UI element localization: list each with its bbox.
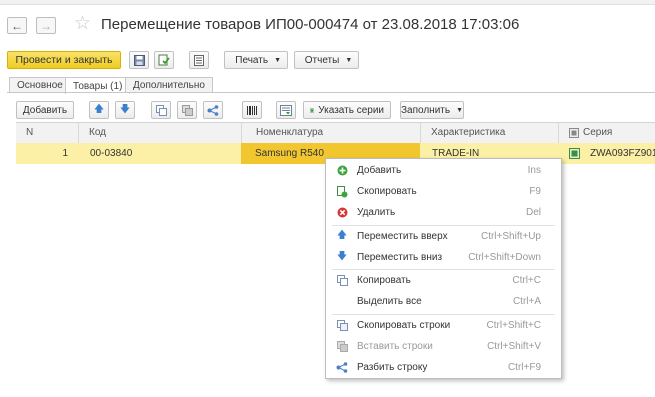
paste-rows-icon xyxy=(181,104,193,116)
menu-item-shortcut: Ins xyxy=(527,165,541,176)
save-button[interactable] xyxy=(129,51,149,69)
row-number: 1 xyxy=(62,148,68,159)
specify-series-label: Указать серии xyxy=(318,104,384,116)
delete-icon xyxy=(335,206,349,220)
column-header-item[interactable]: Номенклатура xyxy=(241,123,420,143)
menu-item-label: Вставить строки xyxy=(357,341,433,352)
post-and-close-button[interactable]: Провести и закрыть xyxy=(7,51,121,69)
menu-item-copy-rows[interactable]: Скопировать строки Ctrl+Shift+C xyxy=(326,315,561,336)
menu-item-select-all[interactable]: Выделить все Ctrl+A xyxy=(326,291,561,312)
column-header-code[interactable]: Код xyxy=(78,123,241,143)
column-header-n[interactable]: N xyxy=(16,123,78,143)
menu-item-delete[interactable]: Удалить Del xyxy=(326,202,561,223)
context-menu: Добавить Ins Скопировать F9 Удалить Del … xyxy=(325,158,562,379)
save-icon xyxy=(133,54,145,66)
column-header-characteristic[interactable]: Характеристика xyxy=(420,123,558,143)
arrow-up-icon: 🡅 xyxy=(336,230,348,241)
series-icon xyxy=(310,107,315,113)
chevron-down-icon: ▼ xyxy=(345,56,353,64)
move-down-button[interactable]: 🡇 xyxy=(115,101,135,119)
menu-item-label: Выделить все xyxy=(357,296,422,307)
pick-list-icon xyxy=(280,104,292,116)
menu-item-shortcut: Ctrl+A xyxy=(512,296,541,307)
split-row-icon xyxy=(207,104,219,116)
menu-item-shortcut: F9 xyxy=(529,186,541,197)
page-title: Перемещение товаров ИП00-000474 от 23.08… xyxy=(101,16,520,33)
list-icon xyxy=(194,54,204,66)
arrow-up-icon: 🡅 xyxy=(93,103,105,115)
add-button[interactable]: Добавить xyxy=(16,101,74,119)
series-icon xyxy=(569,128,579,138)
chevron-down-icon: ▼ xyxy=(274,56,281,64)
reports-label: Отчеты xyxy=(304,54,340,66)
pick-goods-button[interactable] xyxy=(276,101,296,119)
paste-rows-button[interactable] xyxy=(177,101,197,119)
menu-item-move-down[interactable]: 🡇 Переместить вниз Ctrl+Shift+Down xyxy=(326,247,561,268)
copy-row-icon xyxy=(335,185,349,199)
menu-item-shortcut: Ctrl+C xyxy=(512,275,541,286)
tabs-divider xyxy=(7,92,655,93)
menu-item-label: Переместить вниз xyxy=(357,252,443,263)
row-code: 00-03840 xyxy=(90,148,133,159)
add-icon xyxy=(335,164,349,178)
barcode-icon xyxy=(247,105,257,115)
grid-header: N Код Номенклатура Характеристика Серия xyxy=(16,122,655,144)
chevron-down-icon: ▼ xyxy=(456,106,464,114)
window-top-strip xyxy=(0,0,655,5)
document-structure-button[interactable] xyxy=(189,51,209,69)
menu-item-label: Скопировать xyxy=(357,186,417,197)
forward-button[interactable]: → xyxy=(36,17,56,34)
reports-button[interactable]: Отчеты ▼ xyxy=(294,51,359,69)
menu-item-shortcut: Ctrl+Shift+Up xyxy=(480,231,541,242)
tab-main[interactable]: Основное xyxy=(9,77,71,93)
split-row-icon xyxy=(335,361,349,375)
menu-item-shortcut: Ctrl+Shift+Down xyxy=(468,252,541,263)
menu-item-label: Удалить xyxy=(357,207,396,218)
menu-item-label: Копировать xyxy=(357,275,411,286)
print-label: Печать xyxy=(235,54,269,66)
series-icon xyxy=(569,148,580,159)
arrow-left-icon: ← xyxy=(11,18,23,33)
copy-rows-icon xyxy=(155,104,167,116)
fill-button[interactable]: Заполнить ▼ xyxy=(400,101,464,119)
menu-item-shortcut: Ctrl+Shift+C xyxy=(486,320,541,331)
menu-item-split-row[interactable]: Разбить строку Ctrl+F9 xyxy=(326,357,561,378)
post-button[interactable] xyxy=(154,51,174,69)
row-series-value: ZWA093FZ9016 xyxy=(590,148,655,159)
menu-item-add[interactable]: Добавить Ins xyxy=(326,160,561,181)
barcode-button[interactable] xyxy=(242,101,262,119)
back-button[interactable]: ← xyxy=(7,17,27,34)
post-document-icon xyxy=(158,54,170,66)
arrow-down-icon: 🡇 xyxy=(336,251,348,262)
arrow-down-icon: 🡇 xyxy=(119,103,131,115)
menu-item-paste-rows[interactable]: Вставить строки Ctrl+Shift+V xyxy=(326,336,561,357)
move-up-button[interactable]: 🡅 xyxy=(89,101,109,119)
arrow-right-icon: → xyxy=(40,18,52,33)
column-header-series[interactable]: Серия xyxy=(558,123,655,143)
row-series: ZWA093FZ9016 xyxy=(569,143,655,164)
menu-item-label: Скопировать строки xyxy=(357,320,451,331)
menu-item-duplicate[interactable]: Скопировать F9 xyxy=(326,181,561,202)
menu-item-shortcut: Ctrl+Shift+V xyxy=(487,341,541,352)
paste-rows-icon xyxy=(335,340,349,354)
menu-item-shortcut: Del xyxy=(525,207,541,218)
menu-item-shortcut: Ctrl+F9 xyxy=(507,362,541,373)
tab-additional[interactable]: Дополнительно xyxy=(125,77,213,93)
copy-rows-button[interactable] xyxy=(151,101,171,119)
column-header-series-label: Серия xyxy=(583,127,613,138)
specify-series-button[interactable]: Указать серии xyxy=(303,101,391,119)
print-button[interactable]: Печать ▼ xyxy=(224,51,288,69)
copy-rows-icon xyxy=(335,319,349,333)
menu-item-move-up[interactable]: 🡅 Переместить вверх Ctrl+Shift+Up xyxy=(326,226,561,247)
menu-item-label: Разбить строку xyxy=(357,362,428,373)
menu-item-copy[interactable]: Копировать Ctrl+C xyxy=(326,270,561,291)
menu-item-label: Добавить xyxy=(357,165,402,176)
favorite-star-icon[interactable]: ☆ xyxy=(74,14,91,34)
split-row-button[interactable] xyxy=(203,101,223,119)
clipboard-copy-icon xyxy=(335,274,349,288)
fill-label: Заполнить xyxy=(400,104,451,116)
menu-item-label: Переместить вверх xyxy=(357,231,448,242)
